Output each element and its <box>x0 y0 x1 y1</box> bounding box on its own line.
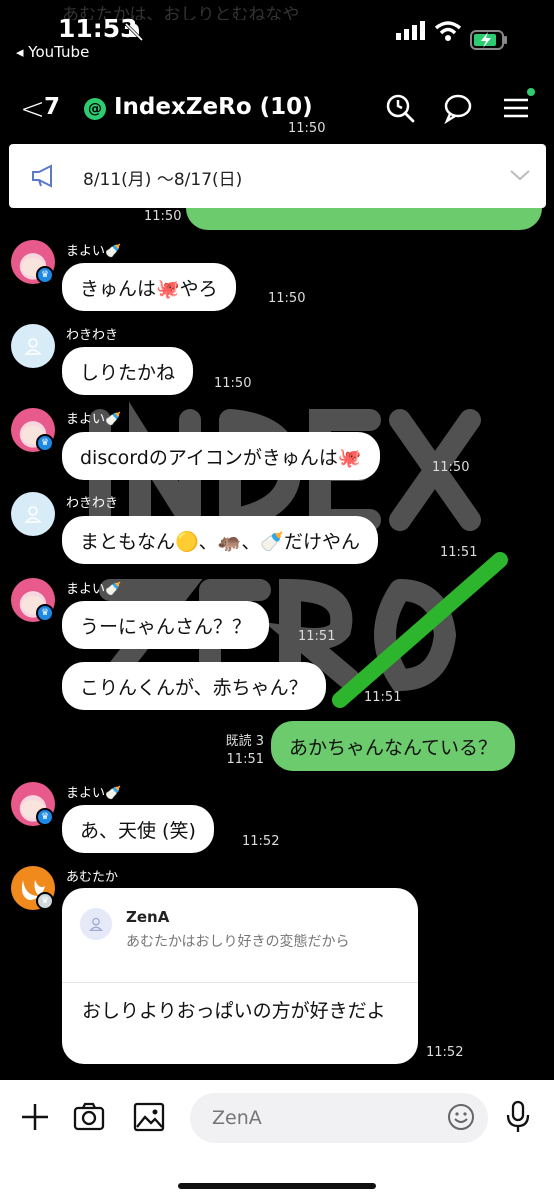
crown-icon: ♛ <box>36 892 54 910</box>
avatar[interactable] <box>11 324 55 368</box>
message-time: 11:50 <box>268 291 306 306</box>
wifi-icon <box>434 21 462 41</box>
plus-icon[interactable] <box>18 1100 52 1134</box>
sender-name: まよい🍼 <box>66 786 122 801</box>
chat-bubbles-icon[interactable] <box>442 92 474 124</box>
sender-name: わきわき <box>66 328 119 343</box>
message-time: 11:51 <box>298 629 336 644</box>
crown-icon: ♛ <box>36 434 54 452</box>
quoted-sender: ZenA <box>126 908 170 926</box>
message-bubble[interactable]: しりたかね <box>62 347 194 395</box>
notification-dot <box>527 88 535 96</box>
menu-icon[interactable] <box>500 92 532 124</box>
message-time: 11:51 <box>440 545 478 560</box>
home-indicator <box>178 1183 376 1189</box>
sender-name: わきわき <box>66 496 119 511</box>
quoted-text: あむたかはおしり好きの変態だから <box>126 934 350 950</box>
message-time: 11:50 <box>144 209 182 224</box>
message-time: 11:50 <box>432 460 470 475</box>
crown-icon: ♛ <box>36 266 54 284</box>
sender-name: あむたか <box>66 870 119 885</box>
chat-header: < 7 @ IndexZeRo (10) <box>0 64 554 150</box>
message-bubble[interactable]: discordのアイコンがきゅんは🐙 <box>62 432 380 480</box>
bell-muted-icon <box>124 22 144 42</box>
input-bar <box>0 1080 554 1200</box>
battery-charging-icon <box>470 30 507 50</box>
back-to-youtube[interactable]: ◂ YouTube <box>16 43 89 61</box>
message-bubble[interactable]: うーにゃんさん？？ <box>62 601 270 649</box>
message-time: 11:52 <box>426 1045 464 1060</box>
message-bubble-mine[interactable]: あかちゃんなんている？ <box>271 721 516 771</box>
announcement-text: 8/11(月) 〜8/17(日) <box>83 170 243 190</box>
chevron-down-icon[interactable] <box>509 168 531 182</box>
announcement-banner[interactable]: 8/11(月) 〜8/17(日) <box>9 144 546 208</box>
unread-count[interactable]: 7 <box>44 94 60 120</box>
chat-title[interactable]: IndexZeRo (10) <box>114 94 313 120</box>
avatar[interactable] <box>11 492 55 536</box>
sender-name: まよい🍼 <box>66 582 122 597</box>
image-icon[interactable] <box>132 1100 166 1134</box>
message-bubble[interactable]: こりんくんが、赤ちゃん？ <box>62 662 326 710</box>
back-chevron-icon[interactable]: < <box>20 92 45 127</box>
read-receipt: 既読 3 11:51 <box>220 733 264 769</box>
crown-icon: ♛ <box>36 604 54 622</box>
message-time: 11:51 <box>364 690 402 705</box>
quoted-avatar <box>80 908 112 940</box>
person-icon <box>88 917 104 932</box>
message-input[interactable] <box>190 1093 488 1143</box>
person-icon <box>24 338 42 355</box>
reply-text: おしりよりおっぱいの方が好きだよ <box>82 1000 386 1022</box>
search-clock-icon[interactable] <box>384 92 416 124</box>
emoji-icon[interactable] <box>446 1102 476 1132</box>
megaphone-icon <box>32 164 52 188</box>
person-icon <box>24 506 42 523</box>
message-time: 11:50 <box>288 121 326 136</box>
message-time: 11:51 <box>226 752 264 767</box>
status-bar: あむたかは、おしりとむねなや 11:53 ◂ YouTube <box>0 0 554 64</box>
message-bubble[interactable]: あ、天使 (笑) <box>62 805 214 853</box>
crown-icon: ♛ <box>36 808 54 826</box>
message-time: 11:52 <box>242 834 280 849</box>
reply-message-bubble[interactable]: ZenA あむたかはおしり好きの変態だから おしりよりおっぱいの方が好きだよ <box>62 888 418 1064</box>
message-bubble[interactable]: まともなん🟡、🦛、🍼だけやん <box>62 516 378 564</box>
message-bubble[interactable]: きゅんは🐙やろ <box>62 263 236 311</box>
camera-icon[interactable] <box>72 1100 106 1134</box>
microphone-icon[interactable] <box>504 1100 532 1134</box>
sender-name: まよい🍼 <box>66 244 122 259</box>
open-chat-icon: @ <box>84 98 106 120</box>
message-time: 11:50 <box>214 376 252 391</box>
read-count: 既読 3 <box>225 734 264 749</box>
sender-name: まよい🍼 <box>66 412 122 427</box>
cellular-signal-icon <box>396 21 425 40</box>
divider <box>62 982 418 983</box>
